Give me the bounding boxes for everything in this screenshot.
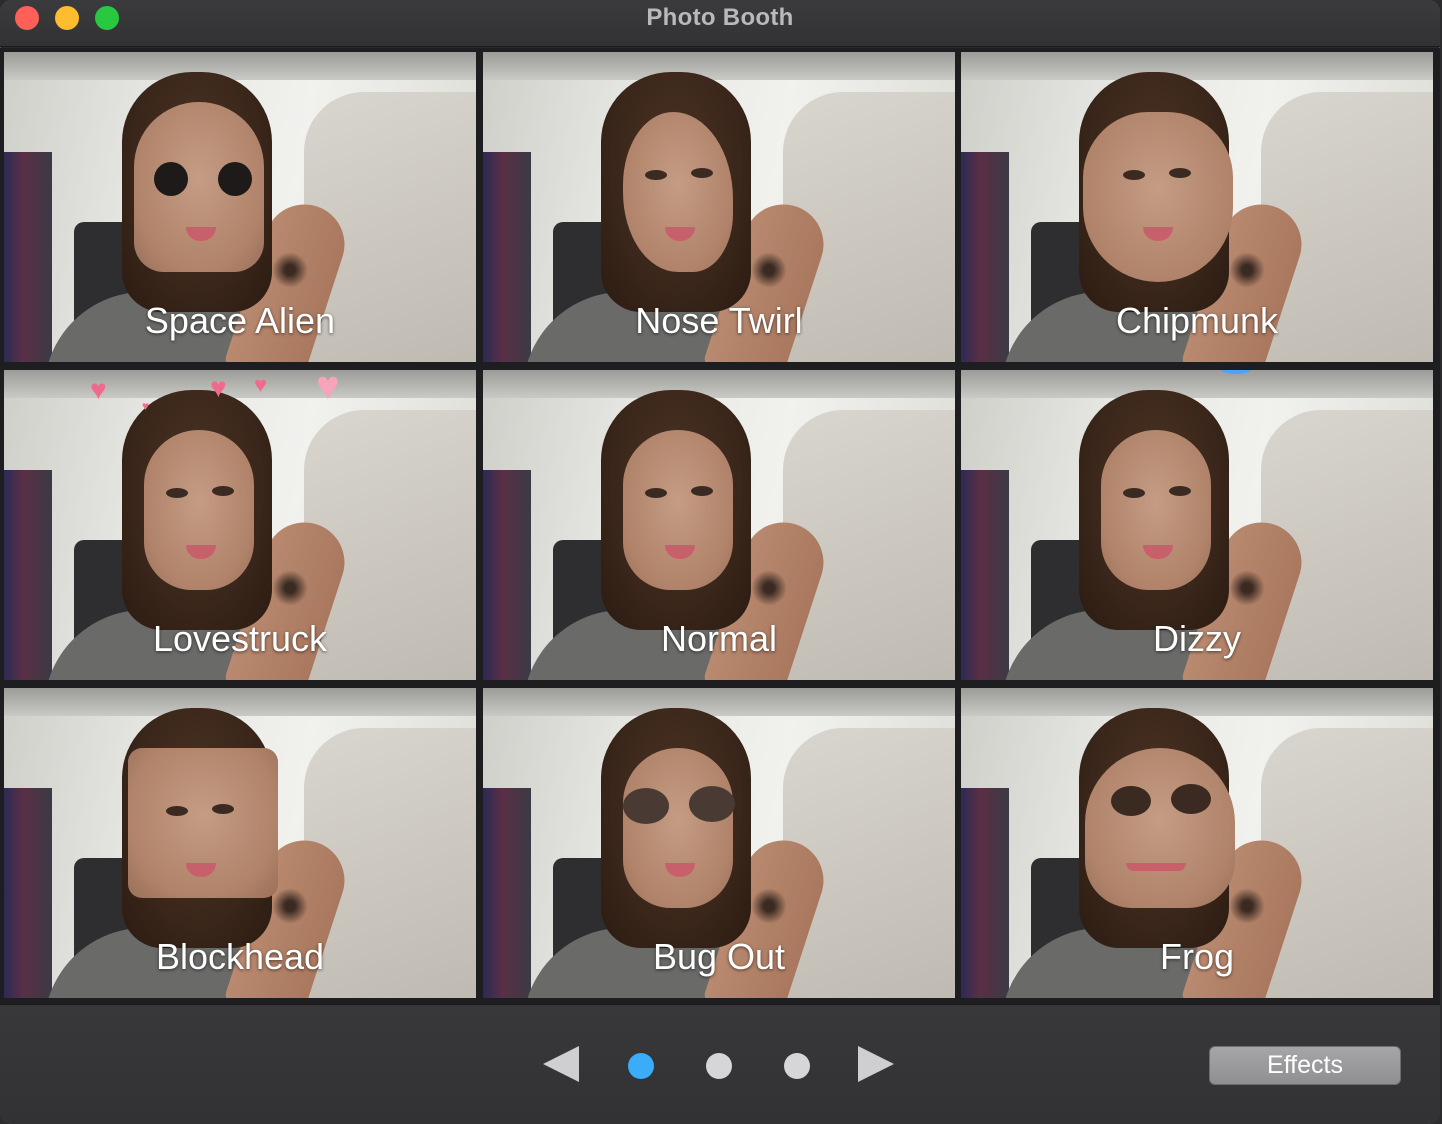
effect-label: Blockhead bbox=[155, 936, 325, 977]
heart-icon: ♥ bbox=[316, 370, 340, 408]
heart-icon: ♥ bbox=[210, 372, 227, 403]
effect-label: Bug Out bbox=[652, 936, 786, 977]
heart-icon: ♥ bbox=[142, 399, 150, 413]
effect-tile-dizzy[interactable]: Dizzy bbox=[961, 370, 1433, 680]
effects-button[interactable]: Effects bbox=[1209, 1046, 1401, 1085]
effect-tile-blockhead[interactable]: Blockhead bbox=[4, 688, 476, 998]
effects-grid: Space Alien Nose Twirl Chipmunk ♥ ♥ ♥ ♥ … bbox=[0, 48, 1440, 1004]
effect-label: Dizzy bbox=[1153, 618, 1241, 659]
previous-page-arrow-icon[interactable] bbox=[543, 1046, 579, 1082]
effect-tile-space-alien[interactable]: Space Alien bbox=[4, 52, 476, 362]
heart-icon: ♥ bbox=[90, 374, 107, 405]
window-title: Photo Booth bbox=[646, 4, 794, 31]
photo-booth-window: Photo Booth Space Alien Nose Twirl Chipm… bbox=[0, 0, 1440, 1124]
heart-icon: ♥ bbox=[254, 372, 268, 397]
effect-tile-normal[interactable]: Normal bbox=[483, 370, 955, 680]
effect-label: Nose Twirl bbox=[635, 300, 803, 341]
effect-label: Normal bbox=[660, 618, 777, 659]
effect-label: Lovestruck bbox=[152, 618, 328, 659]
page-dot-1[interactable] bbox=[628, 1053, 654, 1079]
effect-tile-frog[interactable]: Frog bbox=[961, 688, 1433, 998]
effect-tile-lovestruck[interactable]: ♥ ♥ ♥ ♥ ♥ Lovestruck bbox=[4, 370, 476, 680]
effect-label: Chipmunk bbox=[1115, 300, 1279, 341]
page-dot-2[interactable] bbox=[706, 1053, 732, 1079]
effect-tile-chipmunk[interactable]: Chipmunk bbox=[961, 52, 1433, 362]
effect-tile-bug-out[interactable]: Bug Out bbox=[483, 688, 955, 998]
next-page-arrow-icon[interactable] bbox=[858, 1046, 894, 1082]
effect-label: Frog bbox=[1159, 936, 1235, 977]
page-dot-3[interactable] bbox=[784, 1053, 810, 1079]
effect-label: Space Alien bbox=[144, 300, 336, 341]
effect-tile-nose-twirl[interactable]: Nose Twirl bbox=[483, 52, 955, 362]
title-bar: Photo Booth bbox=[0, 0, 1440, 47]
